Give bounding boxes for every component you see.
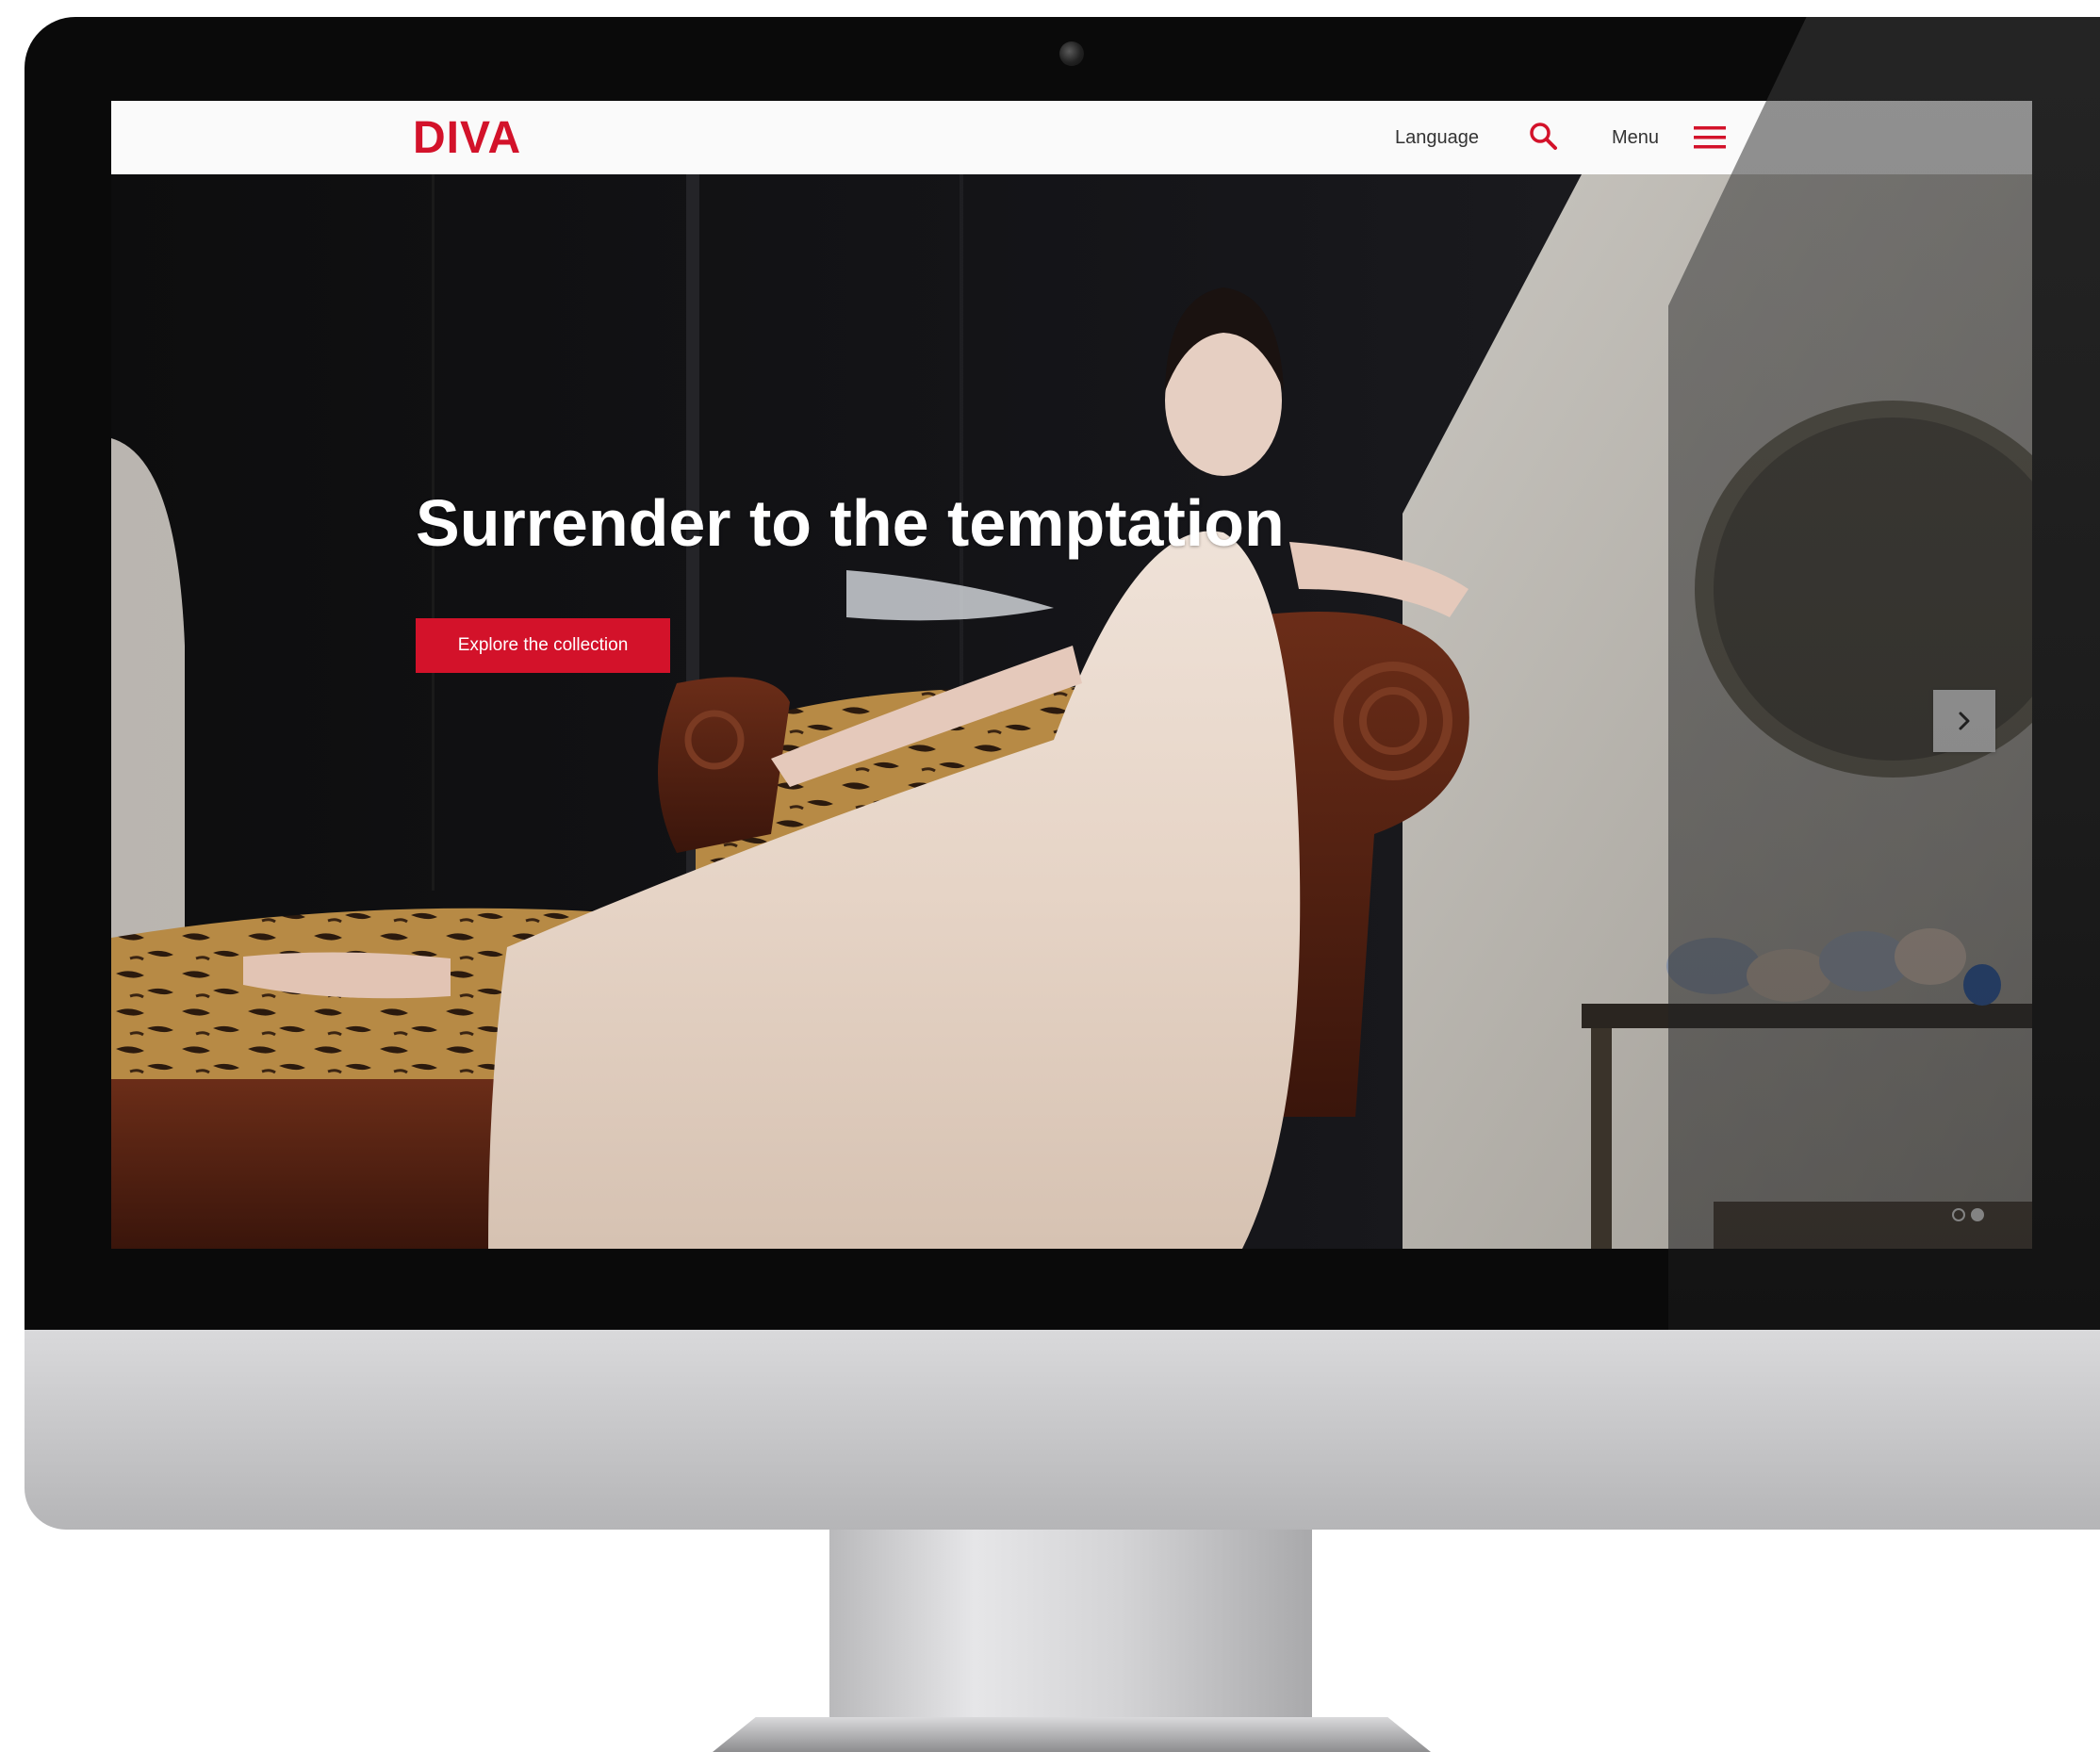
- search-button[interactable]: [1525, 118, 1563, 156]
- menu-link[interactable]: Menu: [1612, 122, 1659, 154]
- imac-chin: [25, 1330, 2100, 1530]
- menu-button[interactable]: [1691, 120, 1729, 156]
- hamburger-icon: [1694, 126, 1726, 149]
- language-link[interactable]: Language: [1395, 122, 1479, 154]
- imac-stand: [829, 1530, 1312, 1727]
- hero-title: Surrender to the temptation: [416, 486, 1285, 560]
- webcam: [1059, 41, 1084, 66]
- diva-logo[interactable]: DIVA: [413, 110, 521, 167]
- screen-glare: [1668, 17, 2100, 1330]
- explore-collection-button[interactable]: Explore the collection: [416, 618, 670, 673]
- scene: DIVA Language Menu Surrender to the temp…: [0, 0, 2100, 1752]
- search-icon: [1530, 123, 1557, 150]
- imac-foot: [713, 1717, 1431, 1752]
